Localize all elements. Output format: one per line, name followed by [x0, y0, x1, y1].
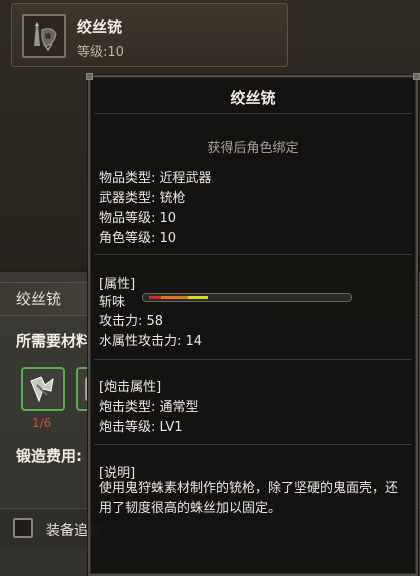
sharpness-label: 斩味	[99, 295, 126, 310]
sharpness-segment-1	[149, 296, 161, 299]
stat-character-level: 角色等级: 10	[99, 231, 177, 246]
spider-material-icon	[30, 376, 54, 403]
item-description: 使用鬼狩蛛素材制作的铳枪，除了坚硬的鬼面壳，还用了韧度很高的蛛丝加以固定。	[99, 481, 399, 516]
item-tooltip: 绞丝铳 获得后角色绑定 物品类型: 近程武器 武器类型: 铳枪 物品等级: 10…	[86, 73, 420, 576]
sharpness-bar	[142, 293, 352, 302]
shelling-type-stat: 炮击类型: 通常型	[99, 400, 199, 415]
gunlance-icon	[22, 14, 66, 58]
tooltip-title: 绞丝铳	[230, 89, 276, 107]
sharpness-segment-3	[188, 296, 208, 299]
divider	[94, 254, 412, 255]
shelling-level-stat: 炮击等级: LV1	[99, 420, 183, 435]
stat-item-level: 物品等级: 10	[99, 211, 177, 226]
materials-label: 所需要材料	[16, 332, 92, 350]
stat-item-type: 物品类型: 近程武器	[99, 171, 212, 186]
stat-weapon-type: 武器类型: 铳枪	[99, 191, 186, 206]
element-attack-stat: 水属性攻击力: 14	[99, 334, 203, 349]
divider	[94, 359, 412, 360]
corner-ornament	[413, 73, 420, 80]
bind-note: 获得后角色绑定	[207, 141, 299, 156]
shelling-heading: [炮击属性]	[99, 380, 162, 395]
material-count: 1/6	[32, 416, 52, 430]
material-slot-1[interactable]	[21, 367, 65, 411]
sharpness-segment-2	[161, 296, 188, 299]
cost-label: 锻造费用:	[16, 447, 82, 465]
attack-stat: 攻击力: 58	[99, 314, 164, 329]
item-card[interactable]: 绞丝铳 等级:10	[11, 3, 288, 67]
item-name: 绞丝铳	[77, 18, 123, 36]
equip-track-checkbox[interactable]	[13, 518, 33, 538]
divider	[94, 444, 412, 445]
panel-title: 绞丝铳	[16, 290, 62, 308]
corner-ornament	[86, 73, 93, 80]
item-level: 等级:10	[77, 45, 124, 60]
divider	[94, 113, 412, 114]
attributes-heading: [属性]	[99, 277, 136, 292]
